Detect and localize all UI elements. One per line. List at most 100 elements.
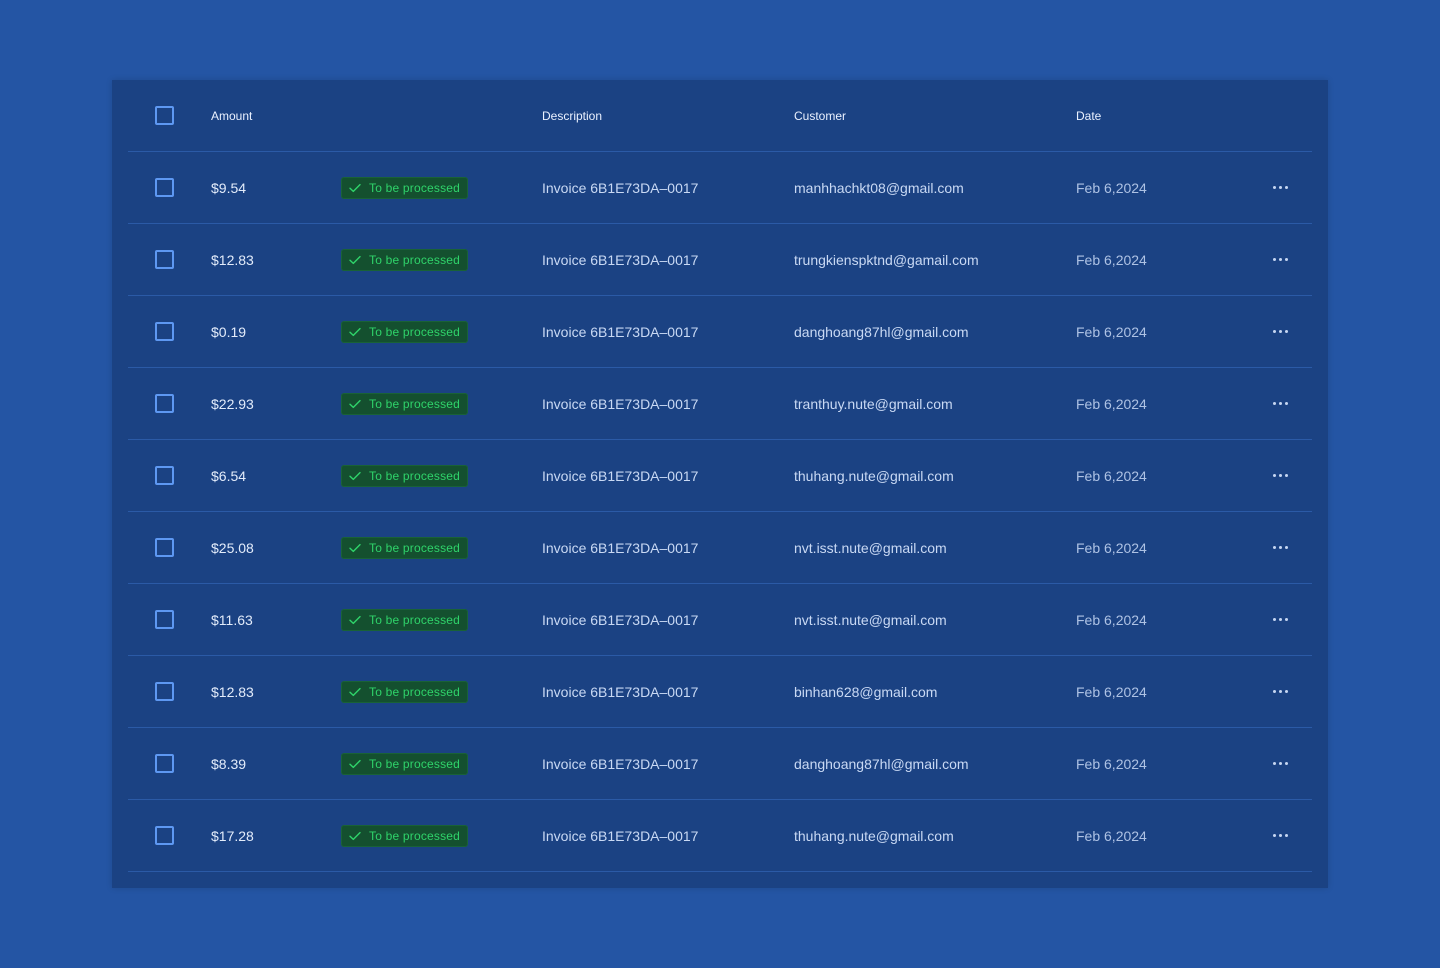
more-horizontal-icon[interactable]: [1273, 254, 1288, 265]
description-value: Invoice 6B1E73DA–0017: [542, 323, 699, 340]
description-value: Invoice 6B1E73DA–0017: [542, 251, 699, 268]
date-value: Feb 6,2024: [1076, 179, 1147, 196]
row-checkbox[interactable]: [155, 466, 174, 485]
amount-value: $12.83: [211, 683, 254, 700]
customer-email: nvt.isst.nute@gmail.com: [794, 611, 947, 628]
customer-email: danghoang87hl@gmail.com: [794, 755, 969, 772]
table-row[interactable]: $12.83 To be processed Invoice 6B1E73DA–…: [128, 656, 1312, 728]
more-horizontal-icon[interactable]: [1273, 470, 1288, 481]
more-horizontal-icon[interactable]: [1273, 398, 1288, 409]
status-badge: To be processed: [341, 536, 469, 559]
amount-value: $17.28: [211, 827, 254, 844]
table-body: $9.54 To be processed Invoice 6B1E73DA–0…: [128, 152, 1312, 872]
table-row[interactable]: $8.39 To be processed Invoice 6B1E73DA–0…: [128, 728, 1312, 800]
table-row[interactable]: $11.63 To be processed Invoice 6B1E73DA–…: [128, 584, 1312, 656]
check-icon: [349, 183, 361, 193]
table-row[interactable]: $0.19 To be processed Invoice 6B1E73DA–0…: [128, 296, 1312, 368]
row-checkbox[interactable]: [155, 754, 174, 773]
more-horizontal-icon[interactable]: [1273, 326, 1288, 337]
check-icon: [349, 471, 361, 481]
more-horizontal-icon[interactable]: [1273, 542, 1288, 553]
column-header-amount[interactable]: Amount: [211, 109, 252, 123]
description-value: Invoice 6B1E73DA–0017: [542, 179, 699, 196]
description-value: Invoice 6B1E73DA–0017: [542, 395, 699, 412]
status-badge: To be processed: [341, 248, 469, 271]
column-header-date[interactable]: Date: [1076, 109, 1101, 123]
amount-value: $9.54: [211, 179, 247, 196]
table-row[interactable]: $6.54 To be processed Invoice 6B1E73DA–0…: [128, 440, 1312, 512]
status-badge: To be processed: [341, 608, 469, 631]
table-row[interactable]: $12.83 To be processed Invoice 6B1E73DA–…: [128, 224, 1312, 296]
description-value: Invoice 6B1E73DA–0017: [542, 611, 699, 628]
date-value: Feb 6,2024: [1076, 827, 1147, 844]
description-value: Invoice 6B1E73DA–0017: [542, 827, 699, 844]
amount-value: $12.83: [211, 251, 254, 268]
amount-value: $0.19: [211, 323, 247, 340]
description-value: Invoice 6B1E73DA–0017: [542, 539, 699, 556]
more-horizontal-icon[interactable]: [1273, 758, 1288, 769]
invoice-table-card: Amount Description Customer Date $9.54 T…: [112, 80, 1328, 888]
status-label: To be processed: [369, 180, 461, 195]
check-icon: [349, 615, 361, 625]
description-value: Invoice 6B1E73DA–0017: [542, 467, 699, 484]
status-label: To be processed: [369, 252, 461, 267]
row-checkbox[interactable]: [155, 322, 174, 341]
column-header-description[interactable]: Description: [542, 109, 602, 123]
date-value: Feb 6,2024: [1076, 395, 1147, 412]
more-horizontal-icon[interactable]: [1273, 686, 1288, 697]
row-checkbox[interactable]: [155, 682, 174, 701]
status-badge: To be processed: [341, 392, 469, 415]
row-checkbox[interactable]: [155, 394, 174, 413]
table-header-row: Amount Description Customer Date: [128, 80, 1312, 152]
status-badge: To be processed: [341, 464, 469, 487]
status-badge: To be processed: [341, 680, 469, 703]
status-badge: To be processed: [341, 752, 469, 775]
customer-email: binhan628@gmail.com: [794, 683, 938, 700]
status-label: To be processed: [369, 684, 461, 699]
status-label: To be processed: [369, 540, 461, 555]
amount-value: $25.08: [211, 539, 254, 556]
status-label: To be processed: [369, 468, 461, 483]
table-row[interactable]: $17.28 To be processed Invoice 6B1E73DA–…: [128, 800, 1312, 872]
check-icon: [349, 831, 361, 841]
row-checkbox[interactable]: [155, 250, 174, 269]
customer-email: danghoang87hl@gmail.com: [794, 323, 969, 340]
row-checkbox[interactable]: [155, 538, 174, 557]
check-icon: [349, 687, 361, 697]
amount-value: $22.93: [211, 395, 254, 412]
customer-email: thuhang.nute@gmail.com: [794, 827, 954, 844]
status-label: To be processed: [369, 756, 461, 771]
amount-value: $8.39: [211, 755, 247, 772]
check-icon: [349, 399, 361, 409]
date-value: Feb 6,2024: [1076, 323, 1147, 340]
more-horizontal-icon[interactable]: [1273, 182, 1288, 193]
customer-email: nvt.isst.nute@gmail.com: [794, 539, 947, 556]
more-horizontal-icon[interactable]: [1273, 614, 1288, 625]
status-badge: To be processed: [341, 824, 469, 847]
date-value: Feb 6,2024: [1076, 683, 1147, 700]
status-label: To be processed: [369, 396, 461, 411]
table-row[interactable]: $25.08 To be processed Invoice 6B1E73DA–…: [128, 512, 1312, 584]
select-all-checkbox[interactable]: [155, 106, 174, 125]
description-value: Invoice 6B1E73DA–0017: [542, 683, 699, 700]
status-label: To be processed: [369, 612, 461, 627]
more-horizontal-icon[interactable]: [1273, 830, 1288, 841]
date-value: Feb 6,2024: [1076, 467, 1147, 484]
invoice-table: Amount Description Customer Date $9.54 T…: [128, 80, 1312, 872]
date-value: Feb 6,2024: [1076, 611, 1147, 628]
row-checkbox[interactable]: [155, 826, 174, 845]
date-value: Feb 6,2024: [1076, 251, 1147, 268]
check-icon: [349, 759, 361, 769]
amount-value: $11.63: [211, 611, 253, 628]
row-checkbox[interactable]: [155, 610, 174, 629]
date-value: Feb 6,2024: [1076, 755, 1147, 772]
customer-email: thuhang.nute@gmail.com: [794, 467, 954, 484]
description-value: Invoice 6B1E73DA–0017: [542, 755, 699, 772]
check-icon: [349, 543, 361, 553]
table-row[interactable]: $9.54 To be processed Invoice 6B1E73DA–0…: [128, 152, 1312, 224]
column-header-customer[interactable]: Customer: [794, 109, 846, 123]
amount-value: $6.54: [211, 467, 247, 484]
date-value: Feb 6,2024: [1076, 539, 1147, 556]
row-checkbox[interactable]: [155, 178, 174, 197]
table-row[interactable]: $22.93 To be processed Invoice 6B1E73DA–…: [128, 368, 1312, 440]
